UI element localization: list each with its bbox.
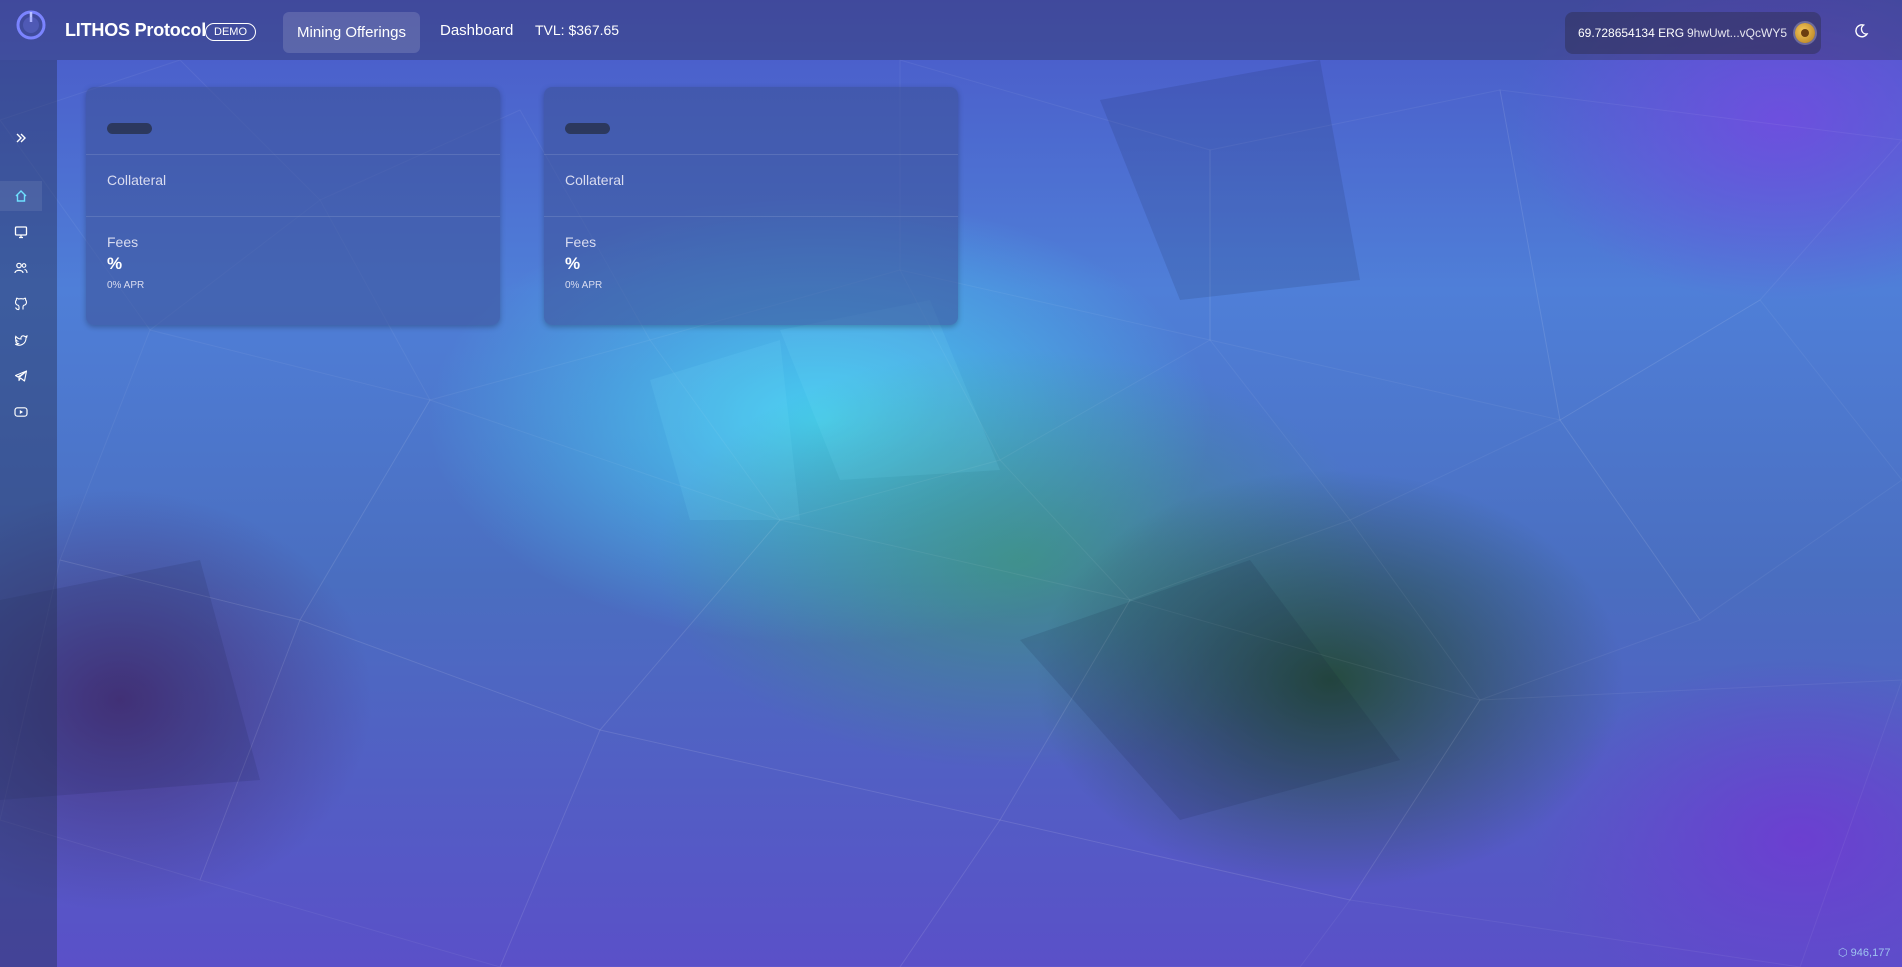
offering-card[interactable]: Collateral Fees % 0% APR (86, 87, 500, 325)
nav-dashboard[interactable]: Dashboard (440, 22, 513, 39)
brand-name[interactable]: LITHOS Protocol (65, 20, 206, 41)
users-icon[interactable] (0, 253, 42, 283)
block-height-value: 946,177 (1850, 947, 1891, 959)
divider (86, 154, 500, 155)
divider (86, 216, 500, 217)
nav-mining-offerings[interactable]: Mining Offerings (283, 12, 420, 53)
tvl-display: TVL: $367.65 (535, 22, 620, 38)
home-icon[interactable] (0, 181, 42, 211)
wallet-balance: 69.728654134 ERG (1578, 26, 1685, 40)
fees-label: Fees (107, 234, 139, 250)
wallet-button[interactable]: 69.728654134 ERG 9hwUwt...vQcWY5 (1565, 12, 1821, 54)
cube-icon: ⬡ (1838, 947, 1848, 959)
collateral-label: Collateral (565, 172, 625, 188)
fees-label: Fees (565, 234, 597, 250)
apr-value: 0% APR (107, 280, 145, 291)
twitter-icon[interactable] (0, 325, 42, 355)
collateral-label: Collateral (107, 172, 167, 188)
divider (544, 216, 958, 217)
wallet-coin-icon (1795, 23, 1815, 43)
expand-icon[interactable] (0, 123, 42, 153)
sidebar (0, 60, 57, 967)
telegram-icon[interactable] (0, 361, 42, 391)
offering-card[interactable]: Collateral Fees % 0% APR (544, 87, 958, 325)
fee-value: % (565, 254, 581, 273)
offering-title-placeholder (107, 123, 152, 134)
divider (544, 154, 958, 155)
demo-badge: DEMO (205, 23, 256, 41)
moon-icon[interactable] (1853, 23, 1869, 39)
lithos-logo[interactable] (14, 8, 48, 42)
top-navigation-bar: LITHOS Protocol DEMO Mining Offerings Da… (0, 0, 1902, 60)
wallet-address: 9hwUwt...vQcWY5 (1687, 26, 1788, 40)
youtube-icon[interactable] (0, 397, 42, 427)
block-height: ⬡ 946,177 (1838, 946, 1890, 959)
offering-title-placeholder (565, 123, 610, 134)
monitor-icon[interactable] (0, 217, 42, 247)
github-icon[interactable] (0, 289, 42, 319)
fee-value: % (107, 254, 123, 273)
apr-value: 0% APR (565, 280, 603, 291)
